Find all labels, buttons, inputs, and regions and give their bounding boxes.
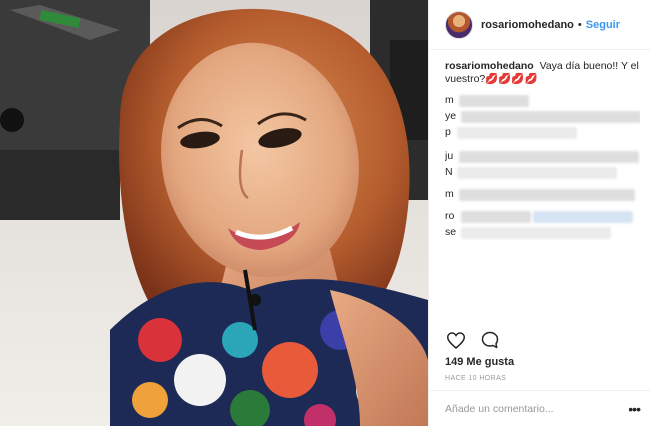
comment-row: m (445, 94, 640, 108)
comment-author-initial: m (445, 94, 454, 106)
comment-author-initial: p (445, 126, 451, 138)
heart-icon[interactable] (445, 329, 467, 351)
comment-row: se (445, 226, 640, 240)
redacted-text (461, 111, 640, 123)
post-sidebar: rosariomohedano • Seguir rosariomohedano… (428, 0, 650, 426)
redacted-text (457, 127, 577, 139)
redacted-text (459, 151, 639, 163)
follow-button[interactable]: Seguir (586, 19, 620, 31)
avatar[interactable] (445, 10, 473, 39)
add-comment-bar: ••• (429, 390, 650, 426)
comment-bubble-icon[interactable] (479, 329, 501, 351)
comment-author-initial: se (445, 226, 457, 238)
comment-author-initial: ro (445, 210, 455, 222)
redacted-text (459, 189, 635, 201)
redacted-text (457, 167, 617, 179)
comment-row: N (445, 166, 640, 180)
post-actions (445, 328, 640, 352)
caption-username[interactable]: rosariomohedano (445, 60, 534, 72)
comment-row: ye (445, 110, 640, 124)
comment-input[interactable] (445, 402, 629, 415)
comment-row: ju (445, 150, 640, 164)
comments-list: rosariomohedano Vaya día bueno!! Y el vu… (445, 54, 640, 328)
more-options-icon[interactable]: ••• (628, 401, 641, 417)
comment-author-initial: ju (445, 150, 454, 162)
separator-dot: • (577, 18, 582, 31)
redacted-text (461, 227, 611, 239)
redacted-text (459, 95, 529, 107)
caption: rosariomohedano Vaya día bueno!! Y el vu… (445, 60, 640, 86)
comment-row: ro (445, 210, 640, 224)
post-timestamp: HACE 10 HORAS (445, 375, 507, 382)
comment-author-initial: ye (445, 110, 457, 122)
redacted-text (461, 211, 531, 223)
likes-count[interactable]: 149 Me gusta (445, 356, 514, 368)
post-header: rosariomohedano • Seguir (429, 0, 650, 50)
comment-author-initial: m (445, 188, 454, 200)
selfie-image (0, 0, 428, 426)
comment-author-initial: N (445, 166, 453, 178)
header-text: rosariomohedano • Seguir (481, 19, 620, 31)
post-photo[interactable] (0, 0, 428, 426)
redacted-link (533, 211, 633, 223)
comment-row: m (445, 188, 640, 202)
comment-row: p (445, 126, 640, 140)
username-link[interactable]: rosariomohedano (481, 19, 574, 31)
